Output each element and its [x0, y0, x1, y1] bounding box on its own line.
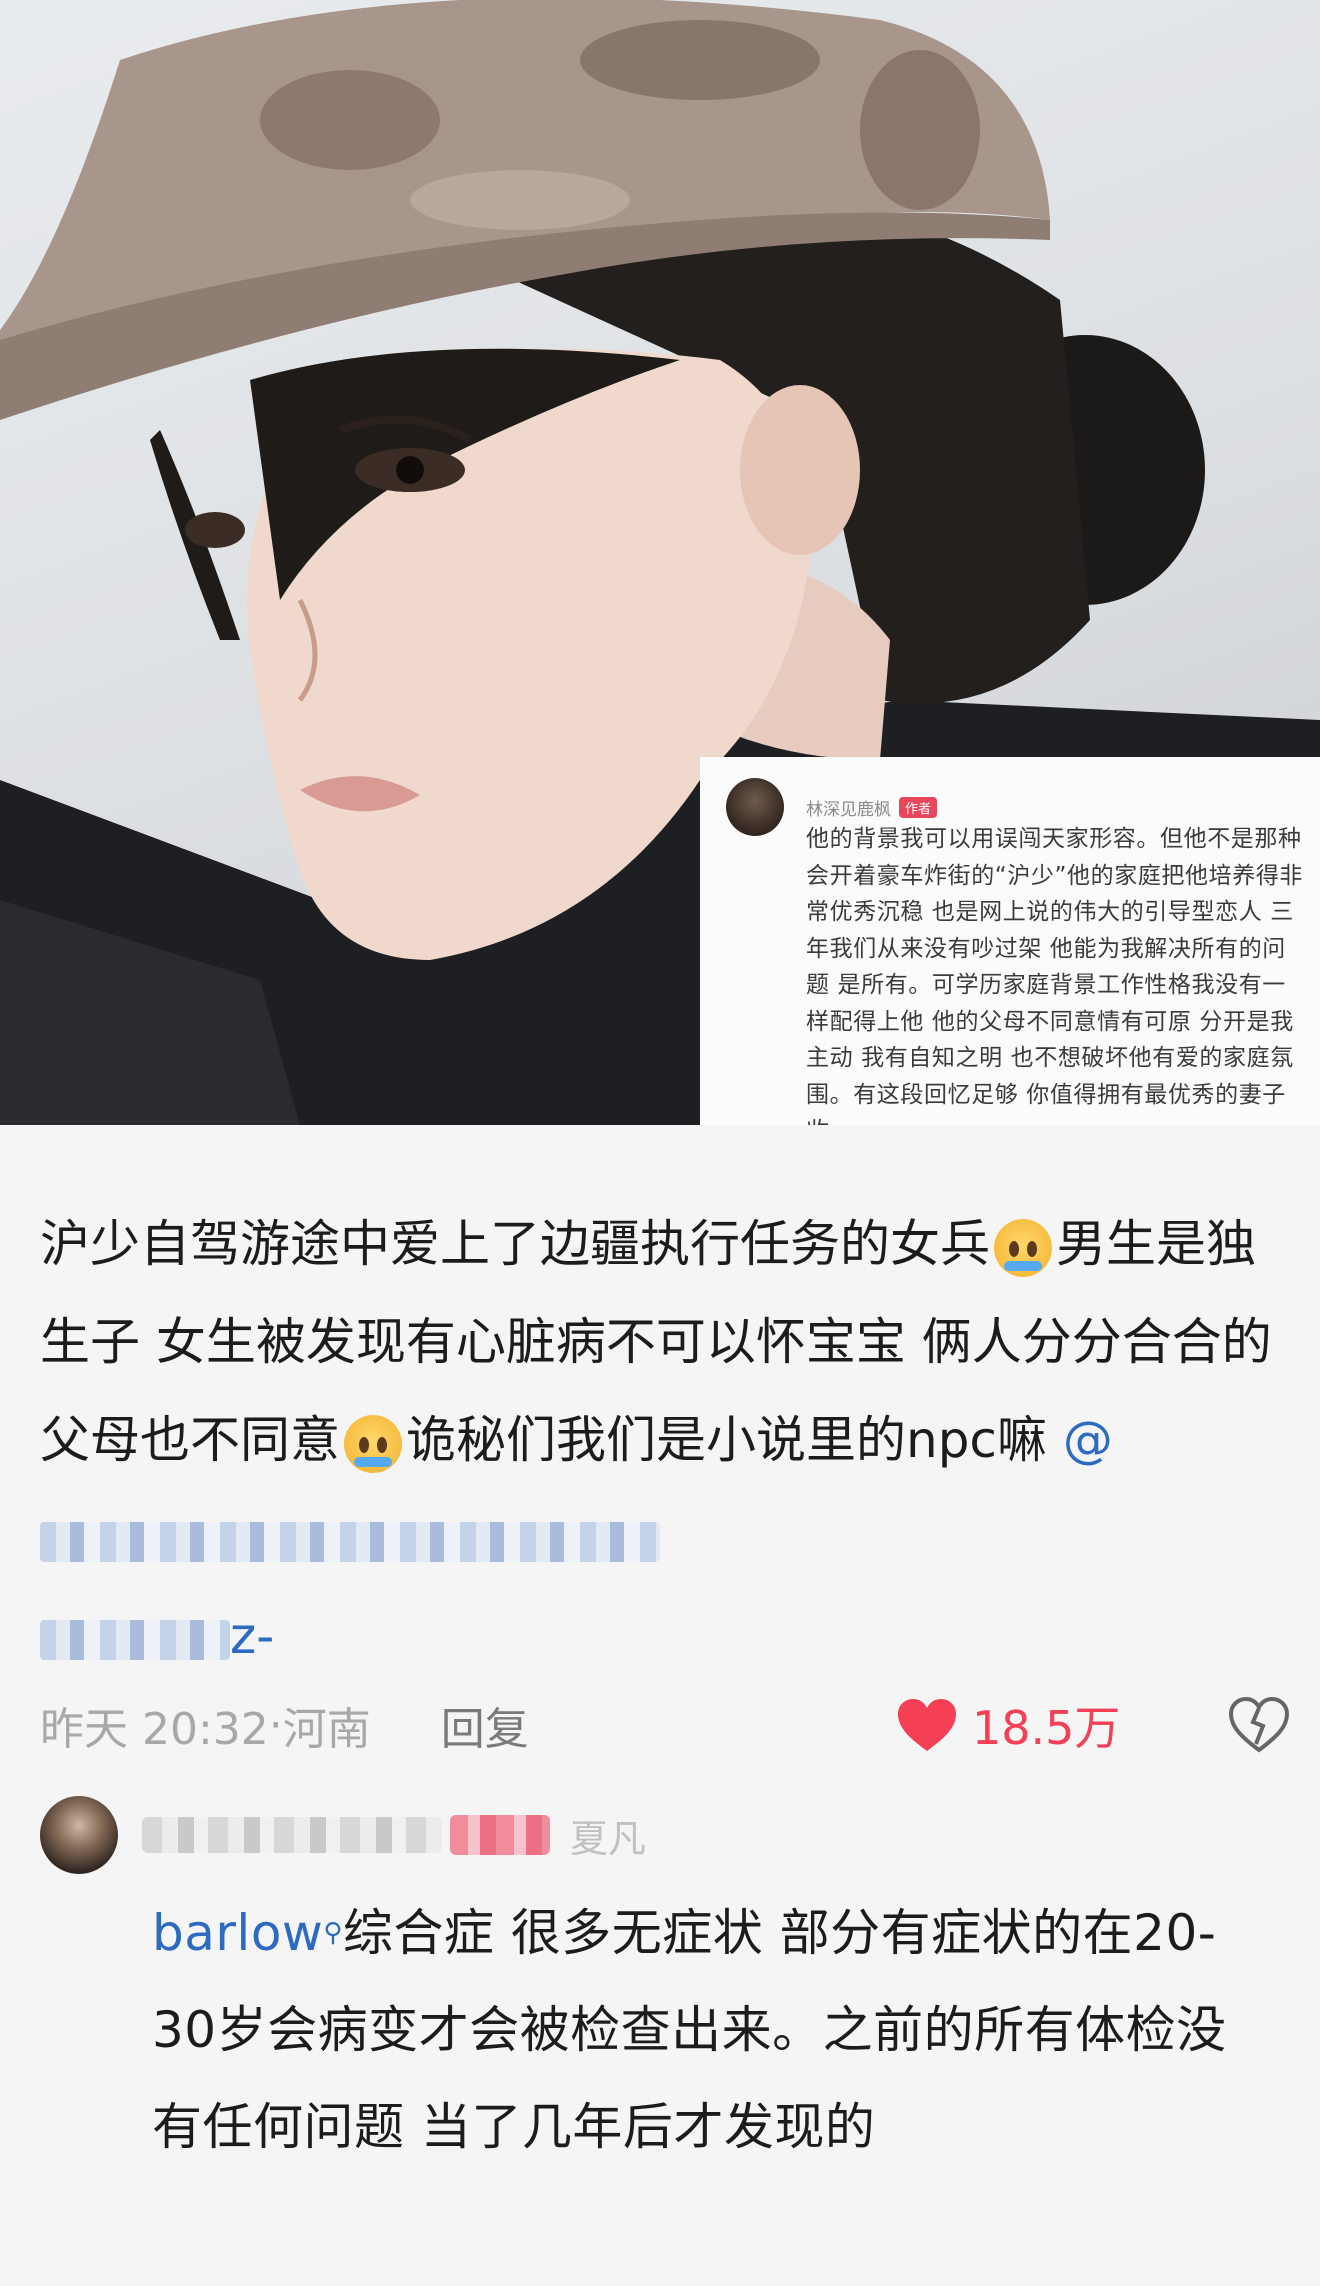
mention-at-symbol: @: [1062, 1411, 1113, 1469]
reply-button[interactable]: 回复: [441, 1693, 529, 1757]
broken-heart-icon[interactable]: [1228, 1696, 1290, 1754]
quoted-comment-card: 林深见鹿枫 作者 他的背景我可以用误闯天家形容。但他不是那种会开着豪车炸街的“沪…: [700, 757, 1320, 1125]
keyword-link-text: barlow: [152, 1904, 324, 1962]
blurred-reply-username: [142, 1817, 442, 1853]
comment-text-part3: 诡秘们我们是小说里的npc嘛: [406, 1411, 1047, 1469]
main-comment-text: 沪少自驾游途中爱上了边疆执行任务的女兵 男生是独生子 女生被发现有心脏病不可以怀宝…: [40, 1195, 1280, 1685]
like-button[interactable]: 18.5万: [896, 1690, 1120, 1760]
sobbing-emoji-icon: [344, 1414, 402, 1473]
quoted-comment-text: 他的背景我可以用误闯天家形容。但他不是那种会开着豪车炸街的“沪少”他的家庭把他培…: [806, 826, 1304, 1125]
comment-time: 昨天 20:32: [40, 1704, 269, 1755]
search-icon: ⚲: [323, 1918, 343, 1948]
keyword-search-link[interactable]: barlow⚲: [152, 1904, 343, 1962]
like-count: 18.5万: [972, 1701, 1121, 1755]
reply-username-tail: 夏凡: [570, 1816, 647, 1861]
author-badge: 作者: [899, 796, 938, 818]
mention-tail: z-: [230, 1607, 275, 1665]
reply-text: barlow⚲综合症 很多无症状 部分有症状的在20-30岁会病变才会被检查出来…: [152, 1885, 1272, 2176]
post-photo[interactable]: 林深见鹿枫 作者 他的背景我可以用误闯天家形容。但他不是那种会开着豪车炸街的“沪…: [0, 0, 1320, 1125]
meta-separator: ·: [268, 1699, 283, 1751]
crying-emoji-icon: [994, 1218, 1052, 1277]
comment-location: 河南: [282, 1704, 371, 1755]
blurred-user-badge: [450, 1815, 550, 1855]
quoted-author-name: 林深见鹿枫: [806, 799, 891, 820]
quoted-author-avatar: [726, 778, 784, 836]
blurred-username-cont: [40, 1619, 230, 1660]
comment-text-part1: 沪少自驾游途中爱上了边疆执行任务的女兵: [40, 1215, 990, 1273]
blurred-username: [40, 1521, 660, 1562]
heart-icon: [898, 1699, 956, 1751]
comment-meta-row: 昨天 20:32 · 河南 回复 18.5万: [40, 1690, 1290, 1760]
avatar[interactable]: [40, 1796, 118, 1874]
reply-header: 夏凡: [40, 1795, 1280, 1875]
